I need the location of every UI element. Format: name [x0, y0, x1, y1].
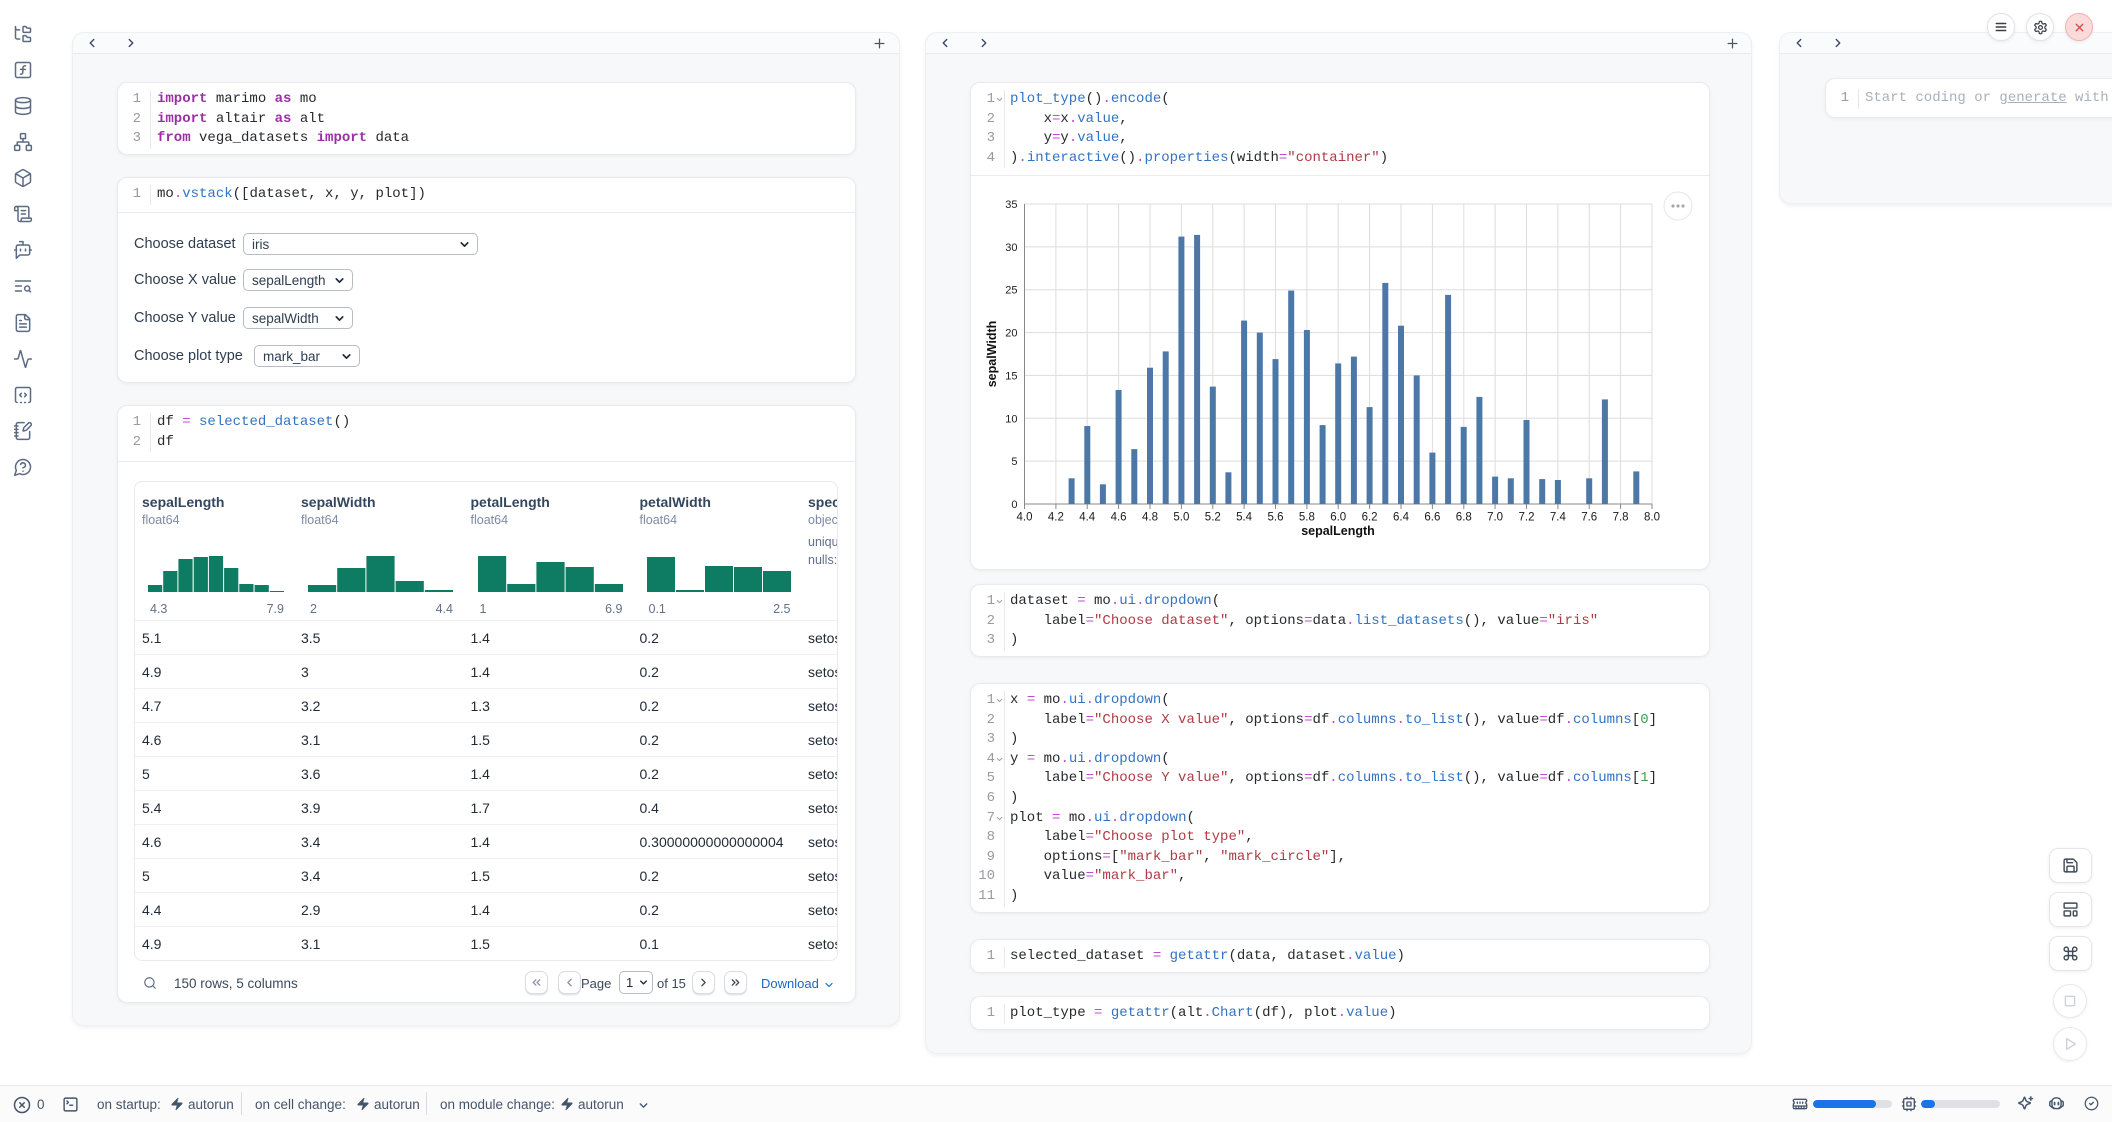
svg-text:7.0: 7.0 [1487, 512, 1503, 524]
svg-text:5.4: 5.4 [1236, 512, 1253, 524]
svg-text:7.2: 7.2 [1519, 512, 1535, 524]
svg-text:7.4: 7.4 [1550, 512, 1567, 524]
svg-text:5.6: 5.6 [1268, 512, 1284, 524]
svg-text:4.6: 4.6 [1111, 512, 1127, 524]
svg-text:30: 30 [1005, 242, 1017, 254]
svg-text:10: 10 [1005, 413, 1017, 425]
svg-text:sepalLength: sepalLength [1301, 524, 1375, 538]
svg-text:6.0: 6.0 [1330, 512, 1346, 524]
svg-text:6.8: 6.8 [1456, 512, 1472, 524]
svg-text:5.8: 5.8 [1299, 512, 1315, 524]
svg-text:5: 5 [1011, 456, 1017, 468]
svg-text:35: 35 [1005, 199, 1017, 211]
svg-text:4.8: 4.8 [1142, 512, 1158, 524]
svg-text:4.0: 4.0 [1017, 512, 1033, 524]
svg-text:5.0: 5.0 [1173, 512, 1189, 524]
svg-text:0: 0 [1011, 499, 1017, 511]
svg-text:6.6: 6.6 [1424, 512, 1440, 524]
svg-text:20: 20 [1005, 328, 1017, 340]
svg-text:15: 15 [1005, 370, 1017, 382]
svg-text:8.0: 8.0 [1644, 512, 1660, 524]
svg-text:4.4: 4.4 [1079, 512, 1096, 524]
svg-text:6.4: 6.4 [1393, 512, 1410, 524]
svg-text:6.2: 6.2 [1362, 512, 1378, 524]
svg-text:4.2: 4.2 [1048, 512, 1064, 524]
svg-text:25: 25 [1005, 285, 1017, 297]
svg-text:5.2: 5.2 [1205, 512, 1221, 524]
svg-text:7.8: 7.8 [1613, 512, 1629, 524]
svg-text:7.6: 7.6 [1581, 512, 1597, 524]
svg-text:sepalWidth: sepalWidth [985, 321, 999, 388]
